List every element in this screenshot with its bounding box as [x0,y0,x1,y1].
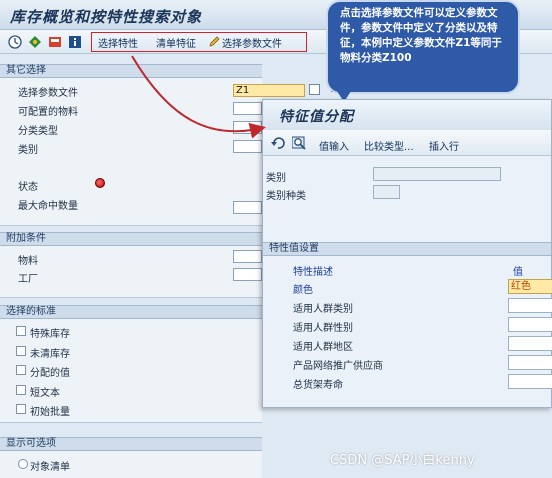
annotation-arrow [131,55,266,139]
watermark: CSDN @SAP小白kenny [330,453,475,468]
